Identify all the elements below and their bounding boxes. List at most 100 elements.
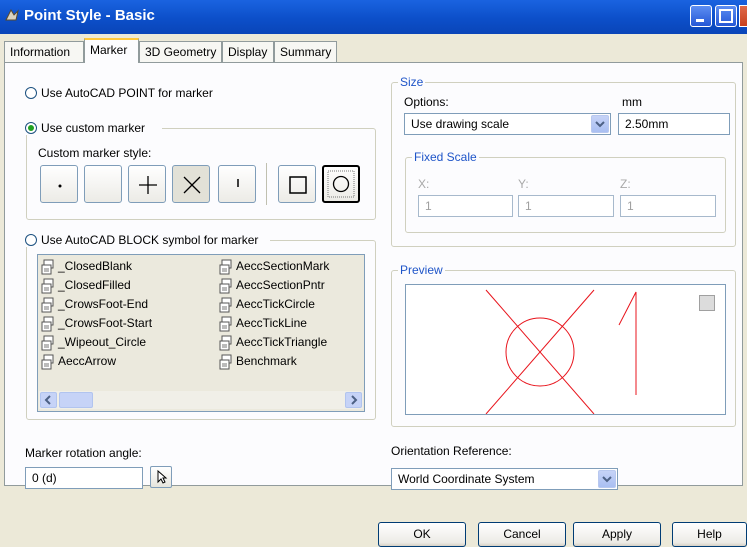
size-options-dropdown-button[interactable] [591,115,609,133]
minimize-button[interactable] [690,5,712,27]
scroll-right-button[interactable] [345,392,362,408]
fixed-scale-z-label: Z: [620,177,631,191]
block-list-column-1: _ClosedBlank _ClosedFilled _CrowsFoot-End _… [41,259,152,373]
custom-marker-radio[interactable] [25,122,37,134]
tick-marker-icon [237,179,239,187]
custom-marker-label[interactable]: Use custom marker [41,121,145,135]
maximize-icon [719,9,733,23]
chevron-down-icon [602,476,612,483]
block-icon [219,297,232,313]
tab-display[interactable]: Display [222,41,274,62]
pick-angle-button[interactable] [150,466,172,488]
horizontal-scrollbar[interactable] [39,391,363,409]
marker-square-button[interactable] [278,165,316,203]
block-list-item[interactable]: _ClosedFilled [41,278,152,297]
fixed-scale-z-input[interactable]: 1 [620,195,716,217]
block-list-item-label: _ClosedFilled [58,278,131,293]
arrow-right-icon [351,395,358,405]
maximize-button[interactable] [715,5,737,27]
fixed-scale-y-input[interactable]: 1 [518,195,614,217]
orientation-dropdown-button[interactable] [598,470,616,488]
block-list-item-label: AeccTickTriangle [236,335,328,350]
ok-button[interactable]: OK [378,522,466,547]
preview-label-one [618,291,637,395]
block-list-item-label: _ClosedBlank [58,259,133,274]
cancel-button[interactable]: Cancel [478,522,566,547]
minimize-icon [696,19,704,22]
block-list-item-label: _CrowsFoot-Start [58,316,153,331]
block-list-item[interactable]: AeccTickCircle [219,297,329,316]
marker-divider [266,163,267,205]
block-list-item[interactable]: _CrowsFoot-End [41,297,152,316]
orientation-value: World Coordinate System [398,472,535,486]
size-legend: Size [398,75,426,89]
block-icon [219,316,232,332]
tab-information[interactable]: Information [4,41,84,62]
marker-x-button[interactable] [172,165,210,203]
block-list-item[interactable]: AeccTickTriangle [219,335,329,354]
scroll-left-button[interactable] [40,392,57,408]
close-button[interactable] [739,5,747,27]
tab-3d-geometry[interactable]: 3D Geometry [139,41,222,62]
chevron-down-icon [595,121,605,128]
block-marker-radio[interactable] [25,234,37,246]
apply-button[interactable]: Apply [573,522,661,547]
block-icon [219,259,232,275]
block-list-item-label: AeccSectionMark [236,259,330,274]
block-list[interactable]: _ClosedBlank _ClosedFilled _CrowsFoot-End _… [37,254,365,412]
fixed-scale-legend: Fixed Scale [412,150,479,164]
custom-marker-style-label: Custom marker style: [38,146,152,160]
marker-tick-button[interactable] [218,165,256,203]
block-list-item[interactable]: AeccTickLine [219,316,329,335]
marker-dot-button[interactable] [40,165,78,203]
fixed-scale-x-input[interactable]: 1 [418,195,513,217]
window-title: Point Style - Basic [24,7,155,24]
tab-summary[interactable]: Summary [274,41,337,62]
block-list-item[interactable]: AeccSectionPntr [219,278,329,297]
help-button[interactable]: Help [672,522,747,547]
scroll-thumb[interactable] [59,392,93,408]
block-list-item-label: AeccSectionPntr [236,278,325,293]
marker-plus-button[interactable] [128,165,166,203]
block-list-item[interactable]: _Wipeout_Circle [41,335,152,354]
block-icon [41,335,54,351]
preview-legend: Preview [398,263,445,277]
block-icon [219,354,232,370]
tab-marker[interactable]: Marker [84,38,139,63]
preview-color-swatch[interactable] [699,295,715,311]
block-list-item-label: AeccTickLine [236,316,307,331]
block-icon [41,278,54,294]
block-list-column-2: AeccSectionMark AeccSectionPntr AeccTickCi… [219,259,329,373]
x-marker-icon [183,176,201,194]
block-list-item[interactable]: _CrowsFoot-Start [41,316,152,335]
rotation-angle-label: Marker rotation angle: [25,446,142,460]
block-marker-label[interactable]: Use AutoCAD BLOCK symbol for marker [41,233,258,247]
circle-marker-icon [327,170,355,198]
marker-preview-drawing [485,289,637,414]
block-icon [219,335,232,351]
fixed-scale-x-label: X: [418,177,430,191]
size-options-select[interactable]: Use drawing scale [404,113,611,135]
dot-marker-icon [58,184,62,188]
rotation-angle-input[interactable]: 0 (d) [25,467,143,489]
fixed-scale-y-label: Y: [518,177,529,191]
marker-none-button[interactable] [84,165,122,203]
autocad-point-label[interactable]: Use AutoCAD POINT for marker [41,86,213,100]
block-list-item-label: AeccArrow [58,354,117,369]
block-list-item[interactable]: _ClosedBlank [41,259,152,278]
block-list-item[interactable]: AeccSectionMark [219,259,329,278]
orientation-select[interactable]: World Coordinate System [391,468,618,490]
size-mm-input[interactable]: 2.50mm [618,113,730,135]
block-list-item[interactable]: AeccArrow [41,354,152,373]
block-icon [41,297,54,313]
block-icon [41,259,54,275]
block-list-item-label: AeccTickCircle [236,297,315,312]
block-list-item[interactable]: Benchmark [219,354,329,373]
size-units-label: mm [622,95,642,109]
marker-circle-button[interactable] [322,165,360,203]
block-icon [41,316,54,332]
size-options-value: Use drawing scale [411,117,510,131]
block-icon [219,278,232,294]
app-icon [5,8,19,21]
autocad-point-radio[interactable] [25,87,37,99]
